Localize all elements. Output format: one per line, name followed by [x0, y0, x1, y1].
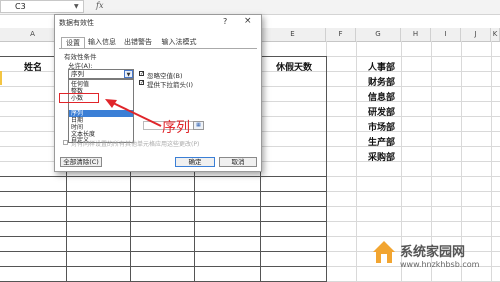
insert-function-icon[interactable]: fx — [96, 1, 103, 10]
watermark-brand: 系统家园网 — [400, 245, 466, 260]
cancel-button[interactable]: 取消 — [219, 157, 257, 167]
department-cell[interactable]: 市场部 — [368, 120, 395, 133]
column-header-h[interactable]: H — [401, 28, 431, 41]
department-cell[interactable]: 生产部 — [368, 135, 395, 148]
clear-all-button[interactable]: 全部清除(C) — [60, 157, 102, 167]
option-any-value[interactable]: 任何值 — [71, 81, 89, 88]
apply-all-checkbox[interactable] — [63, 140, 68, 145]
ok-button[interactable]: 确定 — [175, 157, 215, 167]
column-header-f[interactable]: F — [326, 28, 356, 41]
header-leave-days[interactable]: 休假天数 — [276, 60, 312, 73]
in-cell-dropdown-checkbox[interactable]: ✓ — [139, 80, 144, 86]
house-logo-icon — [373, 241, 395, 263]
option-time[interactable]: 时间 — [71, 124, 83, 131]
highlight-box — [59, 93, 99, 103]
tab-ime-mode[interactable]: 输入法模式 — [157, 37, 201, 48]
tab-input-message[interactable]: 输入信息 — [85, 37, 119, 48]
column-header-i[interactable]: I — [431, 28, 461, 41]
department-cell[interactable]: 财务部 — [368, 75, 395, 88]
option-date[interactable]: 日期 — [71, 117, 83, 124]
tab-error-alert[interactable]: 出错警告 — [121, 37, 155, 48]
column-header-e[interactable]: E — [260, 28, 326, 41]
selected-cell-indicator — [0, 71, 2, 85]
option-list[interactable]: 序列 — [71, 110, 83, 117]
close-button[interactable]: × — [244, 16, 252, 26]
name-box[interactable]: C3 — [0, 0, 84, 13]
dialog-title: 数据有效性 — [59, 19, 94, 27]
department-cell[interactable]: 人事部 — [368, 60, 395, 73]
watermark-url: www.hnzkhbsb.com — [400, 260, 480, 269]
department-cell[interactable]: 信息部 — [368, 90, 395, 103]
chevron-down-icon[interactable]: ▼ — [124, 70, 133, 78]
department-cell[interactable]: 采购部 — [368, 150, 395, 163]
column-header-g[interactable]: G — [356, 28, 401, 41]
apply-all-label: 对有同样设置的所有其他单元格应用这些更改(P) — [71, 141, 200, 148]
header-name[interactable]: 姓名 — [24, 60, 42, 73]
help-button[interactable]: ? — [223, 17, 227, 26]
tab-divider — [59, 48, 257, 49]
annotation-label: 序列 — [162, 120, 190, 136]
ignore-blank-checkbox[interactable]: ✓ — [139, 71, 144, 77]
in-cell-dropdown-label: 提供下拉箭头(I) — [147, 81, 193, 89]
department-cell[interactable]: 研发部 — [368, 105, 395, 118]
chevron-down-icon[interactable]: ▼ — [74, 3, 82, 11]
column-header-j[interactable]: J — [461, 28, 491, 41]
column-header-k[interactable]: K — [491, 28, 500, 41]
range-select-icon[interactable]: ▦ — [193, 121, 204, 130]
